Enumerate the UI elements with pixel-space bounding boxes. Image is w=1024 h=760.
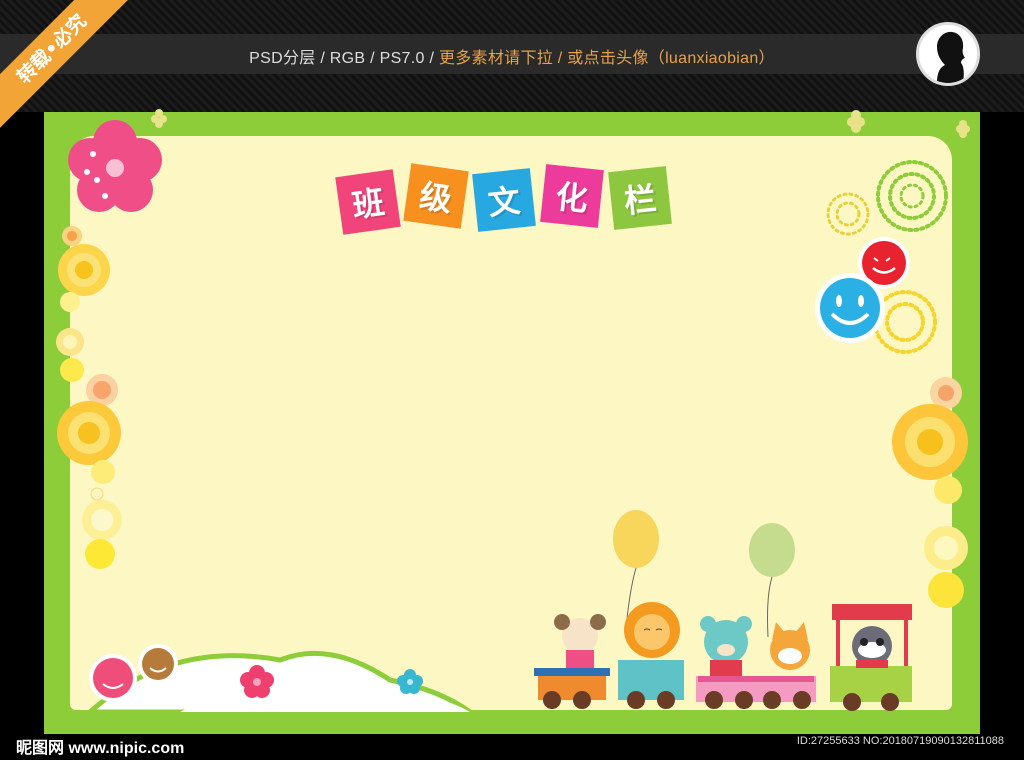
left-circle-decorations: [56, 226, 122, 569]
fox-icon: [770, 622, 810, 670]
lion-icon: [624, 602, 680, 658]
board-decorations: [56, 109, 970, 715]
site-watermark[interactable]: 昵图网 www.nipic.com: [16, 734, 184, 758]
green-balloon-icon: [749, 523, 795, 638]
bear-icon: [700, 616, 752, 676]
small-flower-icon: [151, 109, 970, 138]
flower-icon: [68, 120, 162, 212]
title-tile-1: 班: [335, 169, 401, 235]
title-tile-4: 化: [540, 164, 604, 228]
animal-train-illustration: [534, 602, 912, 711]
title-tile-2: 级: [403, 163, 469, 229]
title-tile-5: 栏: [608, 166, 672, 230]
sheep-icon: [554, 614, 606, 668]
title-tile-3: 文: [472, 168, 536, 232]
blue-flower-icon: [397, 669, 423, 694]
raccoon-icon: [852, 626, 892, 668]
image-id-text: ID:27255633 NO:20180719090132811088: [796, 735, 1004, 747]
right-circle-decorations: [892, 377, 968, 608]
blue-smiley-icon: [815, 273, 885, 343]
